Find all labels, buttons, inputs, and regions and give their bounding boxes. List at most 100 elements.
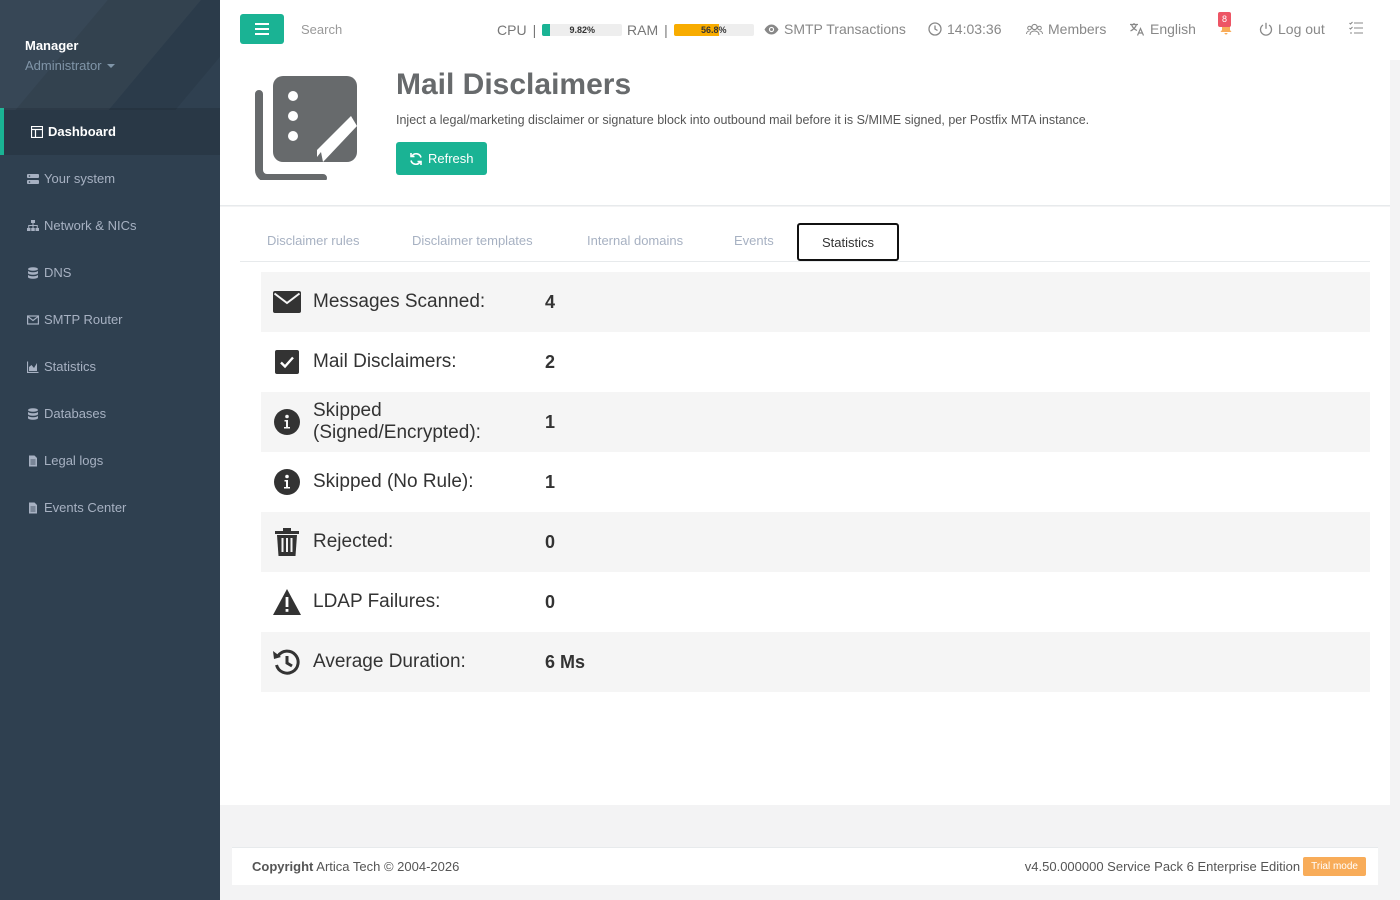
refresh-label: Refresh [428, 151, 474, 166]
tab-internal-domains[interactable]: Internal domains [564, 223, 706, 261]
trash-icon [261, 528, 313, 556]
smtp-transactions-label: SMTP Transactions [784, 21, 906, 37]
sidebar: Manager Administrator Dashboard Your sys… [0, 0, 220, 900]
logout-link[interactable]: Log out [1259, 21, 1325, 37]
stat-row-rejected: Rejected: 0 [261, 512, 1370, 572]
envelope-icon [27, 314, 39, 326]
sidebar-item-label: Dashboard [48, 124, 116, 139]
sidebar-item-label: Legal logs [44, 453, 104, 468]
stat-row-messages-scanned: Messages Scanned: 4 [261, 272, 1370, 332]
sidebar-item-your-system[interactable]: Your system [0, 155, 220, 202]
cpu-bar: 9.82% [542, 24, 623, 36]
refresh-button[interactable]: Refresh [396, 142, 487, 175]
sidebar-item-label: SMTP Router [44, 312, 123, 327]
info-circle-icon [261, 469, 313, 495]
members-link[interactable]: Members [1026, 21, 1106, 37]
history-icon [261, 648, 313, 676]
sidebar-item-network[interactable]: Network & NICs [0, 202, 220, 249]
stat-value: 0 [545, 531, 556, 552]
stat-value: 2 [545, 351, 556, 372]
sidebar-item-label: Events Center [44, 500, 127, 515]
user-role-label: Administrator [25, 58, 102, 73]
check-square-icon [261, 350, 313, 374]
server-icon [27, 173, 39, 185]
stat-row-average-duration: Average Duration: 6 Ms [261, 632, 1370, 692]
clock-time: 14:03:36 [947, 21, 1002, 37]
main-content: Disclaimer rules Disclaimer templates In… [220, 207, 1390, 805]
user-name: Manager [25, 38, 79, 53]
sidebar-item-label: Network & NICs [44, 218, 137, 233]
stat-label: Messages Scanned: [313, 291, 486, 312]
tab-events[interactable]: Events [711, 223, 797, 261]
stat-label: LDAP Failures: [313, 591, 441, 612]
separator: | [664, 22, 668, 38]
sidebar-item-dns[interactable]: DNS [0, 249, 220, 296]
power-icon [1259, 22, 1273, 36]
stat-value: 0 [545, 591, 556, 612]
cpu-meter: CPU | 9.82% [497, 22, 623, 38]
search-input[interactable] [301, 22, 441, 37]
stat-label: Average Duration: [313, 651, 466, 672]
info-circle-icon [261, 409, 313, 435]
stat-label: Skipped (No Rule): [313, 471, 474, 492]
users-icon [1026, 23, 1043, 35]
tab-disclaimer-templates[interactable]: Disclaimer templates [389, 223, 556, 261]
page-description: Inject a legal/marketing disclaimer or s… [396, 113, 1090, 127]
database-icon [27, 407, 39, 420]
ram-value: 56.8% [701, 25, 727, 35]
mail-disclaimer-icon [253, 74, 359, 185]
stat-value: 4 [545, 291, 556, 312]
copyright-label: Copyright [252, 859, 314, 874]
stat-label: Mail Disclaimers: [313, 351, 457, 372]
language-selector[interactable]: English [1129, 21, 1196, 37]
sidebar-item-dashboard[interactable]: Dashboard [0, 108, 220, 155]
cpu-value: 9.82% [569, 25, 595, 35]
sidebar-item-label: Statistics [44, 359, 97, 374]
logout-label: Log out [1278, 21, 1325, 37]
menu-toggle-button[interactable] [240, 14, 284, 44]
warning-icon [261, 589, 313, 615]
sidebar-item-legal-logs[interactable]: Legal logs [0, 437, 220, 484]
stat-row-ldap-failures: LDAP Failures: 0 [261, 572, 1370, 632]
tab-disclaimer-rules[interactable]: Disclaimer rules [244, 223, 382, 261]
statistics-table: Messages Scanned: 4 Mail Disclaimers: 2 … [261, 272, 1370, 692]
tasks-button[interactable] [1349, 21, 1363, 34]
smtp-transactions-link[interactable]: SMTP Transactions [764, 21, 906, 37]
copyright: Copyright Artica Tech © 2004-2026 [252, 859, 459, 874]
stat-row-mail-disclaimers: Mail Disclaimers: 2 [261, 332, 1370, 392]
sidebar-item-databases[interactable]: Databases [0, 390, 220, 437]
copyright-text: Artica Tech © 2004-2026 [316, 859, 460, 874]
stat-label: Skipped (Signed/Encrypted): [313, 400, 481, 443]
notifications-button[interactable]: 8 [1218, 12, 1233, 35]
refresh-icon [410, 152, 422, 165]
sidebar-item-events-center[interactable]: Events Center [0, 484, 220, 531]
stat-row-skipped-signed: Skipped (Signed/Encrypted): 1 [261, 392, 1370, 452]
sidebar-profile: Manager Administrator [0, 0, 220, 108]
ram-label: RAM [627, 22, 659, 38]
database-icon [27, 266, 39, 279]
cpu-label: CPU [497, 22, 527, 38]
version-info: v4.50.000000 Service Pack 6 Enterprise E… [1025, 857, 1366, 876]
file-icon [27, 502, 39, 514]
separator: | [532, 22, 537, 38]
top-navbar: CPU | 9.82% RAM | 56.8% SMTP Transaction… [220, 0, 1400, 60]
envelope-icon [261, 291, 313, 313]
eye-icon [764, 24, 779, 34]
translate-icon [1130, 23, 1145, 36]
network-icon [27, 219, 39, 232]
clock: 14:03:36 [928, 21, 1002, 37]
notifications-badge: 8 [1218, 12, 1232, 27]
page-title: Mail Disclaimers [396, 68, 632, 101]
trial-badge: Trial mode [1303, 857, 1366, 876]
footer: Copyright Artica Tech © 2004-2026 v4.50.… [232, 847, 1378, 885]
stat-value: 1 [545, 411, 556, 432]
sidebar-item-smtp-router[interactable]: SMTP Router [0, 296, 220, 343]
tab-bar: Disclaimer rules Disclaimer templates In… [240, 223, 1370, 262]
ram-bar: 56.8% [673, 24, 754, 36]
sidebar-item-label: Databases [44, 406, 107, 421]
sidebar-item-label: DNS [44, 265, 72, 280]
sidebar-item-statistics[interactable]: Statistics [0, 343, 220, 390]
tab-statistics[interactable]: Statistics [797, 223, 900, 261]
ram-meter: RAM | 56.8% [627, 22, 754, 38]
user-role-dropdown[interactable]: Administrator [25, 58, 220, 73]
